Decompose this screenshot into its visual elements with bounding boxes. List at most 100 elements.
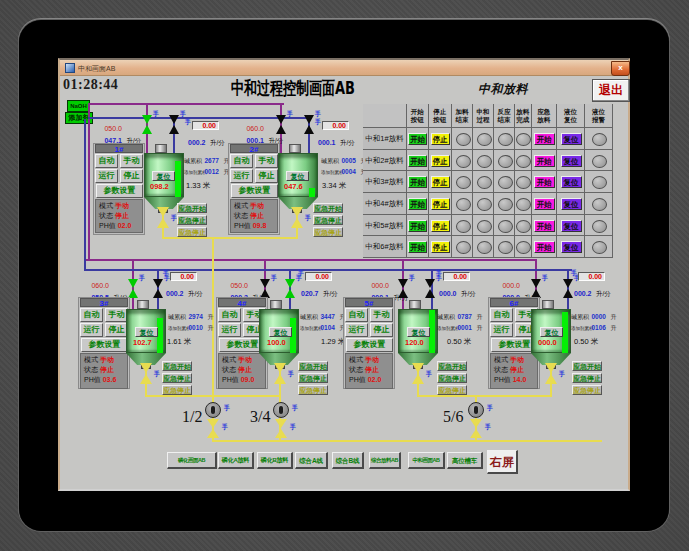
tank2-run-button[interactable]: 运行 (230, 169, 253, 183)
table-stop-button-row3[interactable]: 停止 (431, 176, 450, 188)
tank5-drain-valve-icon[interactable] (412, 363, 424, 373)
tank2-reset-button[interactable]: 复位 (286, 171, 309, 181)
tank5-feed-valve-left-icon[interactable] (398, 279, 408, 288)
tank4-drain-valve-icon[interactable] (274, 363, 286, 373)
tank1-run-button[interactable]: 运行 (95, 169, 118, 183)
tank5-param-button[interactable]: 参数设置 (346, 338, 393, 352)
tank3-param-button[interactable]: 参数设置 (81, 338, 128, 352)
tank2-feed-valve-right-icon[interactable] (304, 125, 314, 134)
tank5-auto-button[interactable]: 自动 (345, 308, 368, 322)
pump-1-2-icon[interactable] (205, 402, 221, 418)
table-level-reset-button-row2[interactable]: 复位 (561, 155, 582, 167)
tank2-emergency-button-1[interactable]: 应急开始 (313, 203, 343, 213)
tank2-stop-button[interactable]: 停止 (255, 169, 278, 183)
nav-button-3[interactable]: 磷化B放料 (257, 452, 293, 469)
tank5-feed-valve-left-icon[interactable] (398, 289, 408, 298)
tank4-emergency-button-1[interactable]: 应急开始 (298, 361, 328, 371)
tank6-emergency-button-1[interactable]: 应急开始 (572, 361, 602, 371)
tank2-manual-button[interactable]: 手动 (255, 154, 278, 168)
table-level-reset-button-row5[interactable]: 复位 (561, 220, 582, 232)
tank4-run-button[interactable]: 运行 (218, 323, 241, 337)
tank5-emergency-button-1[interactable]: 应急开始 (437, 361, 467, 371)
tank3-manual-button[interactable]: 手动 (105, 308, 128, 322)
pump-valve-1-icon[interactable] (207, 429, 219, 438)
pump-3-4-icon[interactable] (273, 402, 289, 418)
tank2-auto-button[interactable]: 自动 (230, 154, 253, 168)
tank4-emergency-button-2[interactable]: 应急停止 (298, 373, 328, 383)
tank1-drain-valve-icon[interactable] (157, 207, 169, 217)
table-level-reset-button-row1[interactable]: 复位 (561, 133, 582, 145)
tank2-feed-valve-right-icon[interactable] (304, 115, 314, 124)
exit-button[interactable]: 退出 (592, 79, 630, 102)
table-start-button-row4[interactable]: 开始 (408, 198, 427, 210)
tank1-feed-valve-left-icon[interactable] (142, 115, 152, 124)
tank3-feed-valve-left-icon[interactable] (128, 279, 138, 288)
table-stop-button-row2[interactable]: 停止 (431, 155, 450, 167)
table-start-button-row5[interactable]: 开始 (408, 220, 427, 232)
tank2-drain-valve-icon[interactable] (291, 218, 303, 228)
tank5-stop-button[interactable]: 停止 (370, 323, 393, 337)
tank1-emergency-button-1[interactable]: 应急开始 (177, 203, 207, 213)
pump-valve-2-icon[interactable] (275, 429, 287, 438)
tank6-auto-button[interactable]: 自动 (490, 308, 513, 322)
tank1-reset-button[interactable]: 复位 (152, 171, 175, 181)
tank4-auto-button[interactable]: 自动 (218, 308, 241, 322)
nav-button-2[interactable]: 磷化A放料 (218, 452, 254, 469)
table-start-button-row3[interactable]: 开始 (408, 176, 427, 188)
tank1-feed-valve-left-icon[interactable] (142, 125, 152, 134)
tank3-feed-valve-right-icon[interactable] (153, 279, 163, 288)
tank4-feed-valve-right-icon[interactable] (285, 289, 295, 298)
tank3-emergency-button-1[interactable]: 应急开始 (162, 361, 192, 371)
tank1-feed-valve-right-icon[interactable] (169, 125, 179, 134)
table-emg-release-button-row4[interactable]: 开始 (534, 198, 555, 210)
nav-button-4[interactable]: 综合A线 (295, 452, 328, 469)
nav-button-5[interactable]: 综合B线 (332, 452, 364, 469)
tank3-feed-valve-right-icon[interactable] (153, 289, 163, 298)
tank6-feed-valve-left-icon[interactable] (531, 279, 541, 288)
nav-button-7[interactable]: 中和画面AB (408, 452, 445, 469)
tank6-emergency-button-3[interactable]: 应急停止 (572, 385, 602, 395)
tank3-stop-button[interactable]: 停止 (105, 323, 128, 337)
tank6-emergency-button-2[interactable]: 应急停止 (572, 373, 602, 383)
tank5-drain-valve-icon[interactable] (412, 374, 424, 384)
tank6-feed-valve-right-icon[interactable] (563, 279, 573, 288)
tank1-feed-valve-right-icon[interactable] (169, 115, 179, 124)
table-start-button-row1[interactable]: 开始 (408, 133, 427, 145)
table-level-reset-button-row4[interactable]: 复位 (561, 198, 582, 210)
tank2-drain-valve-icon[interactable] (291, 207, 303, 217)
tank4-drain-valve-icon[interactable] (274, 374, 286, 384)
tank1-drain-valve-icon[interactable] (157, 218, 169, 228)
tank4-reset-button[interactable]: 复位 (269, 327, 292, 337)
close-button[interactable]: x (611, 61, 630, 76)
tank5-manual-button[interactable]: 手动 (370, 308, 393, 322)
tank1-manual-button[interactable]: 手动 (120, 154, 143, 168)
tank2-emergency-button-2[interactable]: 应急停止 (313, 215, 343, 225)
tank3-reset-button[interactable]: 复位 (135, 327, 158, 337)
tank4-feed-valve-right-icon[interactable] (285, 279, 295, 288)
tank5-feed-valve-right-icon[interactable] (425, 289, 435, 298)
tank6-reset-button[interactable]: 复位 (540, 327, 563, 337)
tank2-param-button[interactable]: 参数设置 (231, 184, 278, 198)
tank3-emergency-button-3[interactable]: 应急停止 (162, 385, 192, 395)
pump-valve-3-icon[interactable] (470, 419, 482, 428)
tank1-auto-button[interactable]: 自动 (95, 154, 118, 168)
table-stop-button-row6[interactable]: 停止 (431, 241, 450, 253)
pump-valve-1-icon[interactable] (207, 419, 219, 428)
table-level-reset-button-row3[interactable]: 复位 (561, 176, 582, 188)
tank3-drain-valve-icon[interactable] (140, 363, 152, 373)
tank2-feed-valve-left-icon[interactable] (276, 125, 286, 134)
tank6-run-button[interactable]: 运行 (490, 323, 513, 337)
tank5-run-button[interactable]: 运行 (345, 323, 368, 337)
pump-valve-3-icon[interactable] (470, 429, 482, 438)
tank4-emergency-button-3[interactable]: 应急停止 (298, 385, 328, 395)
tank3-auto-button[interactable]: 自动 (80, 308, 103, 322)
tank2-emergency-button-3[interactable]: 应急停止 (313, 227, 343, 237)
tank1-emergency-button-2[interactable]: 应急停止 (177, 215, 207, 225)
table-level-reset-button-row6[interactable]: 复位 (561, 241, 582, 253)
table-emg-release-button-row1[interactable]: 开始 (534, 133, 555, 145)
nav-button-1[interactable]: 磷化画面AB (167, 452, 217, 469)
tank5-emergency-button-3[interactable]: 应急停止 (437, 385, 467, 395)
tank1-param-button[interactable]: 参数设置 (96, 184, 143, 198)
table-stop-button-row1[interactable]: 停止 (431, 133, 450, 145)
nav-right-screen-button[interactable]: 右屏 (487, 450, 518, 474)
